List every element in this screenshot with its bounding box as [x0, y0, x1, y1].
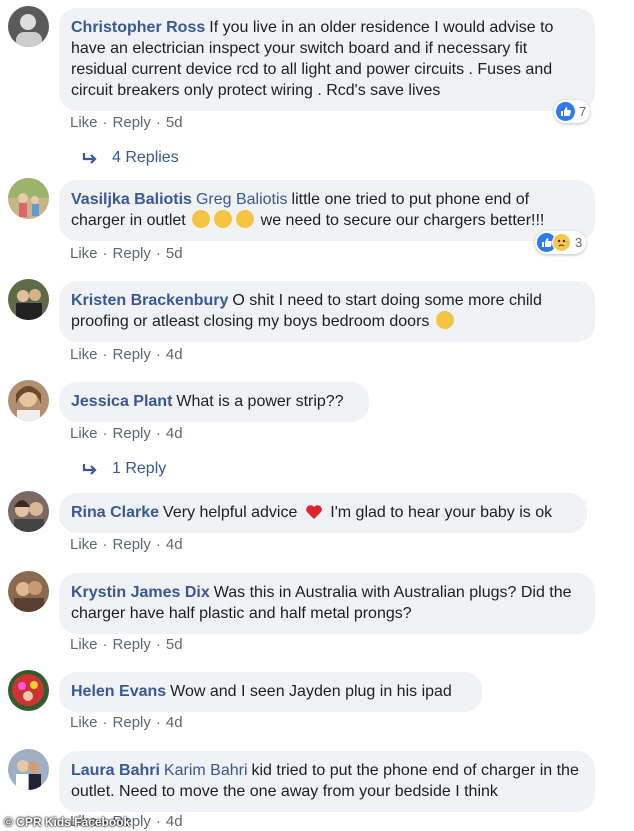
- comment: Jessica Plant What is a power strip?? Lik…: [8, 380, 624, 480]
- comment-bubble: Christopher Ross If you live in an older …: [59, 8, 595, 111]
- comment: Helen Evans Wow and I seen Jayden plug in…: [8, 670, 624, 740]
- comment-bubble: Jessica Plant What is a power strip??: [59, 382, 369, 422]
- reply-link[interactable]: Reply: [113, 245, 151, 262]
- image-credit-watermark: © CPR Kids Facebook: [4, 815, 131, 829]
- disappointed-emoji-icon: [214, 210, 233, 228]
- comment-time[interactable]: 4d: [166, 425, 183, 442]
- comment-time[interactable]: 4d: [166, 714, 183, 731]
- comment: Vasiljka Baliotis Greg Baliotis little one…: [8, 178, 624, 268]
- comment-actions: Like · Reply · 4d: [70, 425, 183, 442]
- avatar[interactable]: [8, 571, 49, 612]
- reaction-summary[interactable]: 7: [554, 100, 591, 123]
- avatar[interactable]: [8, 178, 49, 219]
- comment-time[interactable]: 4d: [166, 813, 183, 830]
- comment-time[interactable]: 5d: [166, 114, 183, 131]
- comment-bubble: Krystin James Dix Was this in Australia w…: [59, 573, 595, 634]
- disappointed-emoji-icon: [192, 210, 211, 228]
- comment: Kristen Brackenbury O shit I need to star…: [8, 279, 624, 369]
- view-replies-link[interactable]: 4 Replies: [82, 149, 179, 167]
- comment-actions: Like · Reply · 5d: [70, 636, 183, 653]
- mention-link[interactable]: Karim Bahri: [164, 762, 248, 779]
- comment-author[interactable]: Laura Bahri: [71, 762, 160, 779]
- comment-actions: Like · Reply · 5d: [70, 245, 183, 262]
- comment-bubble: Helen Evans Wow and I seen Jayden plug in…: [59, 672, 482, 712]
- flushed-emoji-icon: [435, 311, 454, 329]
- comment-text: Wow and I seen Jayden plug in his ipad: [170, 683, 452, 700]
- comment: Krystin James Dix Was this in Australia w…: [8, 571, 624, 661]
- reply-link[interactable]: Reply: [113, 714, 151, 731]
- like-link[interactable]: Like: [70, 114, 98, 131]
- replies-count[interactable]: 1 Reply: [112, 460, 166, 478]
- comment-actions: Like · Reply · 4d: [70, 346, 183, 363]
- comment-time[interactable]: 4d: [166, 346, 183, 363]
- disappointed-emoji-icon: [236, 210, 255, 228]
- view-replies-link[interactable]: 1 Reply: [82, 460, 166, 478]
- comment-author[interactable]: Jessica Plant: [71, 393, 172, 410]
- reply-link[interactable]: Reply: [113, 425, 151, 442]
- comment-actions: Like · Reply · 4d: [70, 714, 183, 731]
- avatar[interactable]: [8, 6, 49, 47]
- comment-bubble: Rina Clarke Very helpful advice I'm glad …: [59, 493, 587, 533]
- replies-count[interactable]: 4 Replies: [112, 149, 179, 167]
- avatar[interactable]: [8, 491, 49, 532]
- avatar[interactable]: [8, 279, 49, 320]
- comment-time[interactable]: 5d: [166, 245, 183, 262]
- comment-bubble: Laura Bahri Karim Bahri kid tried to put t…: [59, 751, 595, 812]
- comment-author[interactable]: Helen Evans: [71, 683, 166, 700]
- comment-time[interactable]: 4d: [166, 536, 183, 553]
- comment-bubble: Kristen Brackenbury O shit I need to star…: [59, 281, 595, 342]
- comment-author[interactable]: Rina Clarke: [71, 504, 159, 521]
- like-reaction-icon: [556, 102, 575, 121]
- reaction-count: 3: [575, 235, 583, 250]
- mention-link[interactable]: Greg Baliotis: [196, 191, 288, 208]
- comment-author[interactable]: Krystin James Dix: [71, 584, 210, 601]
- comment-time[interactable]: 5d: [166, 636, 183, 653]
- comment-author[interactable]: Kristen Brackenbury: [71, 292, 228, 309]
- reply-arrow-icon: [82, 153, 97, 164]
- reply-link[interactable]: Reply: [113, 636, 151, 653]
- comment-text: Very helpful advice: [163, 504, 298, 521]
- comment-actions: Like · Reply · 5d: [70, 114, 183, 131]
- comment-text: What is a power strip??: [176, 393, 344, 410]
- reply-link[interactable]: Reply: [113, 346, 151, 363]
- like-link[interactable]: Like: [70, 536, 98, 553]
- like-link[interactable]: Like: [70, 425, 98, 442]
- heart-emoji-icon: [306, 505, 322, 519]
- comment-author[interactable]: Christopher Ross: [71, 19, 205, 36]
- like-link[interactable]: Like: [70, 245, 98, 262]
- comment-actions: Like · Reply · 4d: [70, 536, 183, 553]
- comment: Rina Clarke Very helpful advice I'm glad …: [8, 491, 624, 561]
- avatar[interactable]: [8, 749, 49, 790]
- reply-arrow-icon: [82, 464, 97, 475]
- sad-reaction-icon: [552, 233, 571, 252]
- reply-link[interactable]: Reply: [113, 114, 151, 131]
- comment-bubble: Vasiljka Baliotis Greg Baliotis little one…: [59, 180, 595, 241]
- like-link[interactable]: Like: [70, 346, 98, 363]
- comment: Christopher Ross If you live in an older …: [8, 6, 624, 166]
- reply-link[interactable]: Reply: [113, 536, 151, 553]
- like-link[interactable]: Like: [70, 714, 98, 731]
- reaction-summary[interactable]: 3: [535, 231, 587, 254]
- like-link[interactable]: Like: [70, 636, 98, 653]
- comment-text-continued: we need to secure our chargers better!!!: [260, 212, 545, 229]
- reaction-count: 7: [579, 104, 587, 119]
- comment-author[interactable]: Vasiljka Baliotis: [71, 191, 192, 208]
- avatar[interactable]: [8, 670, 49, 711]
- comment-text-continued: I'm glad to hear your baby is ok: [330, 504, 553, 521]
- avatar[interactable]: [8, 380, 49, 421]
